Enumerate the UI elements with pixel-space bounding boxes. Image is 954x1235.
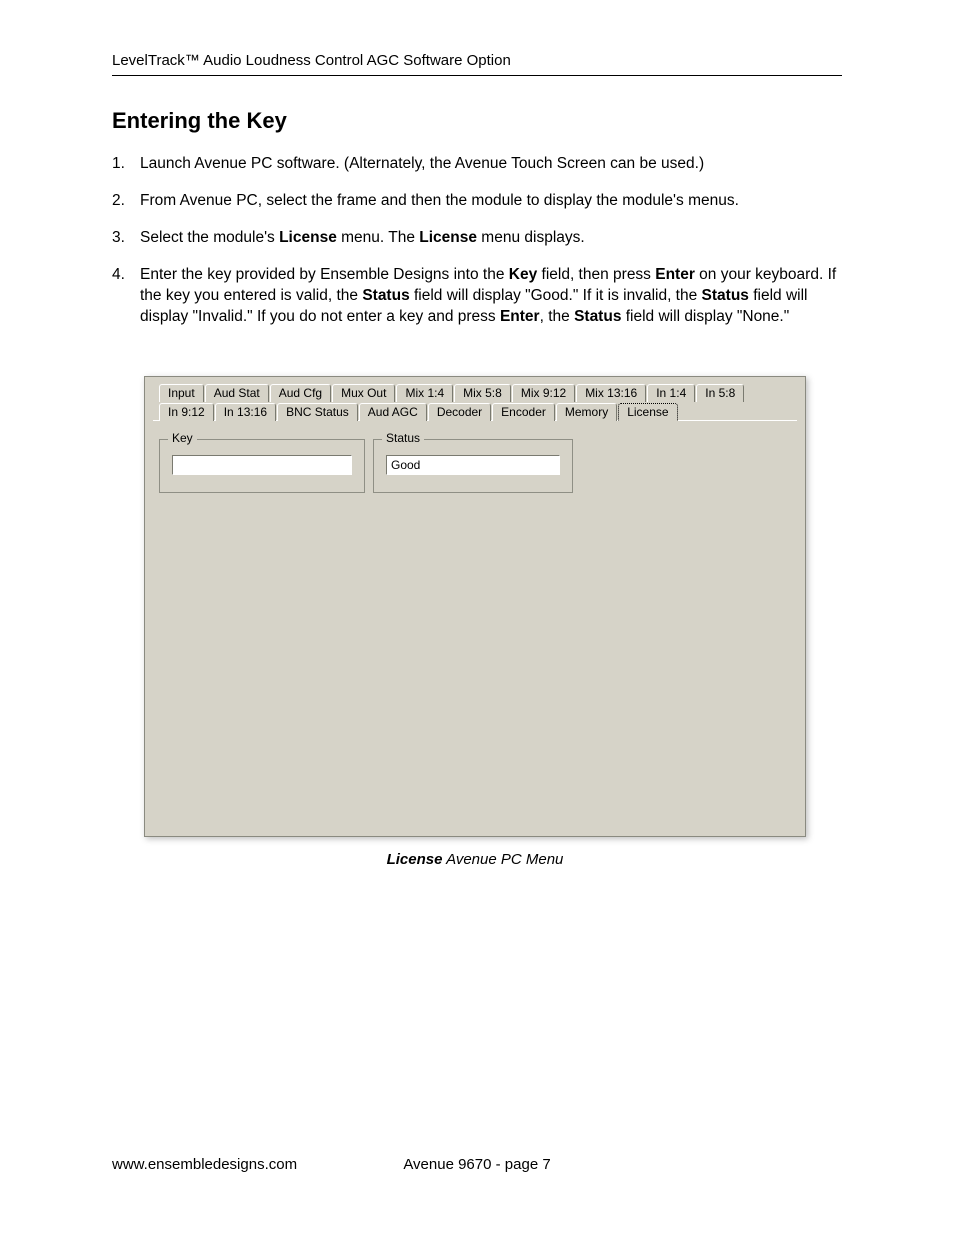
key-input[interactable] [172,455,352,475]
group-key: Key [159,439,365,493]
tab-in-5-8[interactable]: In 5:8 [696,384,744,402]
tab-in-9-12[interactable]: In 9:12 [159,403,214,421]
step-text: From Avenue PC, select the frame and the… [140,191,842,212]
screenshot-panel: Input Aud Stat Aud Cfg Mux Out Mix 1:4 M… [144,376,806,837]
step-number: 2. [112,191,140,212]
caption-rest: Avenue PC Menu [442,851,563,868]
status-field: Good [386,455,560,475]
tab-in-1-4[interactable]: In 1:4 [647,384,695,402]
step-text: Launch Avenue PC software. (Alternately,… [140,154,842,175]
group-status: Status Good [373,439,573,493]
tab-mix-1-4[interactable]: Mix 1:4 [396,384,453,402]
tab-aud-stat[interactable]: Aud Stat [205,384,269,402]
tab-in-13-16[interactable]: In 13:16 [215,403,276,421]
tab-body: Key Status Good [153,420,797,830]
step-number: 3. [112,228,140,249]
figure-caption: License Avenue PC Menu [144,851,806,868]
tab-mix-13-16[interactable]: Mix 13:16 [576,384,646,402]
page-header: LevelTrack™ Audio Loudness Control AGC S… [112,52,842,76]
page-footer: www.ensembledesigns.com Avenue 9670 - pa… [112,1156,842,1173]
section-heading: Entering the Key [112,108,842,134]
step-number: 1. [112,154,140,175]
step-item: 4. Enter the key provided by Ensemble De… [112,265,842,328]
caption-bold: License [387,851,443,868]
tab-decoder[interactable]: Decoder [428,403,491,421]
footer-url: www.ensembledesigns.com [112,1156,297,1173]
tab-aud-cfg[interactable]: Aud Cfg [270,384,331,402]
tab-memory[interactable]: Memory [556,403,617,421]
step-text: Select the module's License menu. The Li… [140,228,842,249]
steps-list: 1. Launch Avenue PC software. (Alternate… [112,154,842,328]
tab-row-1: Input Aud Stat Aud Cfg Mux Out Mix 1:4 M… [153,383,797,402]
step-item: 2. From Avenue PC, select the frame and … [112,191,842,212]
tab-encoder[interactable]: Encoder [492,403,555,421]
tab-aud-agc[interactable]: Aud AGC [359,403,427,421]
step-item: 3. Select the module's License menu. The… [112,228,842,249]
step-text: Enter the key provided by Ensemble Desig… [140,265,842,328]
tab-mux-out[interactable]: Mux Out [332,384,395,402]
tab-mix-5-8[interactable]: Mix 5:8 [454,384,511,402]
tab-row-2: In 9:12 In 13:16 BNC Status Aud AGC Deco… [153,402,797,421]
footer-page: Avenue 9670 - page 7 [403,1156,550,1173]
tab-rows: Input Aud Stat Aud Cfg Mux Out Mix 1:4 M… [153,383,797,421]
tab-mix-9-12[interactable]: Mix 9:12 [512,384,575,402]
tab-input[interactable]: Input [159,384,204,402]
step-item: 1. Launch Avenue PC software. (Alternate… [112,154,842,175]
tab-bnc-status[interactable]: BNC Status [277,403,358,421]
group-key-label: Key [168,431,197,445]
tab-license[interactable]: License [618,403,677,421]
step-number: 4. [112,265,140,328]
group-status-label: Status [382,431,424,445]
